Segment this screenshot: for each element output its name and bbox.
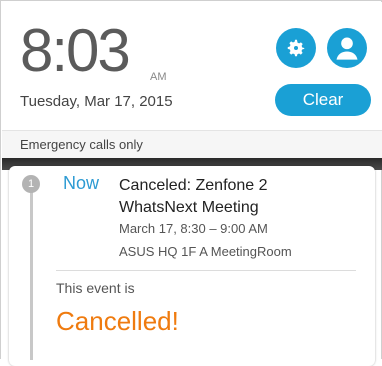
notification-title: Canceled: Zenfone 2 WhatsNext Meeting [119,177,268,216]
notification-time-label: Now [63,173,100,193]
event-status: Cancelled! [56,306,179,336]
timeline-marker: 1 [22,175,40,193]
clock-ampm: AM [150,71,167,83]
user-avatar-icon [336,37,358,60]
settings-button[interactable] [276,28,316,68]
event-location: ASUS HQ 1F A MeetingRoom [119,244,292,259]
emergency-status-bar: Emergency calls only [2,130,382,159]
card-divider [56,270,356,271]
clock-date: Tuesday, Mar 17, 2015 [20,93,173,110]
notification-shade: 8:03 AM Tuesday, Mar 17, 2015 Clear Emer… [0,0,382,366]
event-status-prefix: This event is [56,280,135,296]
clear-notifications-button[interactable]: Clear [275,84,371,116]
timeline-line [30,185,33,360]
event-time-range: March 17, 8:30 – 9:00 AM [119,221,268,236]
clock-time: 8:03 [20,17,131,84]
user-profile-button[interactable] [327,28,367,68]
emergency-text: Emergency calls only [20,137,143,152]
gear-icon [287,39,305,57]
